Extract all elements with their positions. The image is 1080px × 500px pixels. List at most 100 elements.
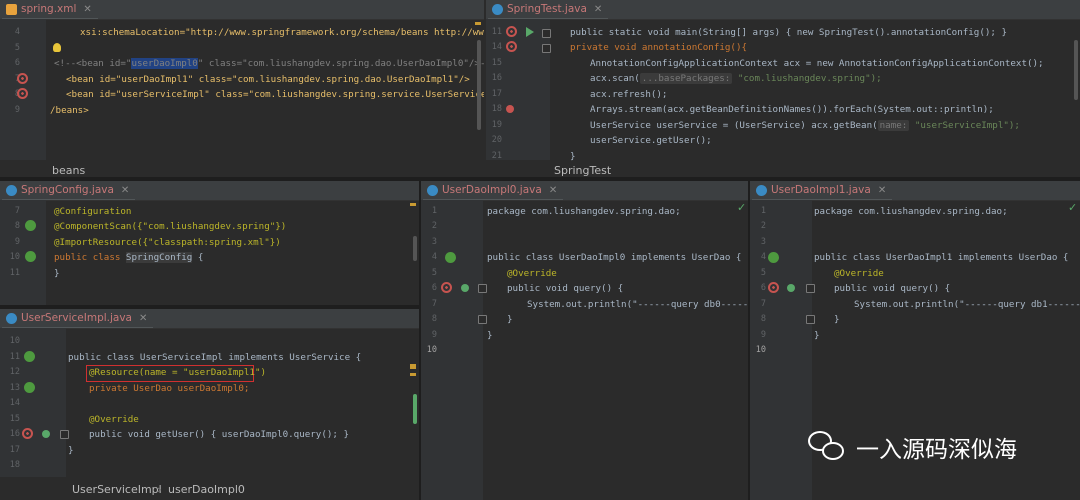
line-number: 11 [9,352,20,362]
line-number: 3 [431,237,437,247]
code-line: acx.scan( [590,73,640,84]
line-number: 3 [760,237,766,247]
line-number: 15 [491,58,502,68]
code-line: public void getUser() { userDaoImpl0.que… [89,429,349,440]
line-number: 6 [14,58,20,68]
line-number: 8 [431,314,437,324]
line-number: 16 [9,429,20,439]
breadcrumb-item[interactable]: UserServiceImpl [72,483,162,496]
bean-gutter-icon[interactable] [17,73,28,84]
spring-bean-icon[interactable] [24,351,35,362]
close-icon[interactable]: ✕ [594,4,602,15]
warning-marker[interactable] [410,203,416,206]
tab-user-dao-impl0[interactable]: UserDaoImpl0.java ✕ [423,181,564,200]
line-number: 1 [431,206,437,216]
scrollbar[interactable] [1074,40,1078,100]
code-line: } [507,314,513,325]
fold-icon[interactable] [60,430,69,439]
class-name: SpringConfig [125,252,193,263]
run-icon[interactable] [526,27,534,37]
fold-icon[interactable] [542,29,551,38]
tab-label: spring.xml [21,3,77,15]
autowire-icon[interactable] [24,382,35,393]
check-icon[interactable]: ✓ [737,201,746,214]
line-number: 14 [491,42,502,52]
bean-gutter-icon[interactable] [17,88,28,99]
scrollbar[interactable] [477,40,481,130]
warning-marker[interactable] [410,364,416,369]
spring-bean-icon[interactable] [25,251,36,262]
warning-marker[interactable] [475,22,481,25]
implemented-icon[interactable] [768,252,779,263]
line-number: 9 [14,105,20,115]
bean-gutter-icon[interactable] [506,26,517,37]
bean-gutter-icon[interactable] [441,282,452,293]
code-text: { [192,252,204,263]
implemented-icon[interactable] [445,252,456,263]
bean-gutter-icon[interactable] [506,41,517,52]
close-icon[interactable]: ✕ [549,185,557,196]
fold-icon[interactable] [806,284,815,293]
breadcrumb-item[interactable]: userDaoImpl0 [168,483,245,496]
tab-label: SpringConfig.java [21,184,114,196]
wechat-logo-icon [808,431,846,463]
tab-label: UserDaoImpl1.java [771,184,871,196]
override-icon[interactable] [506,105,514,113]
code-line: } [68,445,74,456]
tab-user-service-impl[interactable]: UserServiceImpl.java ✕ [2,309,154,328]
selected-text[interactable]: userDaoImpl0 [131,58,198,69]
user-dao-impl0-pane: UserDaoImpl0.java ✕ 1 2 3 4 5 6 7 8 9 10… [421,181,748,500]
xml-close-tag: /beans> [50,105,89,116]
close-icon[interactable]: ✕ [878,185,886,196]
line-number: 18 [9,460,20,470]
annotation: @Override [89,414,139,425]
check-icon[interactable]: ✓ [1068,201,1077,214]
override-icon[interactable] [787,284,795,292]
override-icon[interactable] [461,284,469,292]
override-icon[interactable] [42,430,50,438]
spring-xml-pane: spring.xml ✕ 4 5 6 7 8 9 xsi:schemaLocat… [0,0,484,176]
xml-bean-tag: <bean id="userServiceImpl" class="com.li… [66,89,484,100]
tab-spring-test[interactable]: SpringTest.java ✕ [488,0,609,19]
fold-icon[interactable] [542,44,551,53]
line-number: 8 [760,314,766,324]
package-declaration: package com.liushangdev.spring.dao; [487,206,681,217]
tab-spring-xml[interactable]: spring.xml ✕ [2,0,98,19]
close-icon[interactable]: ✕ [121,185,129,196]
line-number: 16 [491,73,502,83]
code-line: public class UserDaoImpl1 implements Use… [814,252,1069,263]
breadcrumb[interactable]: beans [52,164,85,176]
spring-bean-icon[interactable] [25,220,36,231]
close-icon[interactable]: ✕ [83,4,91,15]
bean-gutter-icon[interactable] [768,282,779,293]
code-line: UserService userService = (UserService) … [590,120,878,131]
code-line: acx.refresh(); [590,89,668,100]
close-icon[interactable]: ✕ [139,313,147,324]
java-class-icon [492,3,503,15]
line-number: 12 [9,367,20,377]
line-number: 10 [9,252,20,262]
line-number: 9 [760,330,766,340]
line-number-current: 10 [426,345,437,355]
line-number: 2 [431,221,437,231]
tab-user-dao-impl1[interactable]: UserDaoImpl1.java ✕ [752,181,893,200]
warning-marker[interactable] [410,373,416,376]
line-number: 4 [760,252,766,262]
line-number: 6 [431,283,437,293]
line-number: 1 [760,206,766,216]
code-line: } [487,330,493,341]
scrollbar[interactable] [413,236,417,261]
line-number: 4 [14,27,20,37]
line-number: 7 [760,299,766,309]
bulb-icon[interactable] [53,43,61,52]
breadcrumb[interactable]: SpringTest [554,164,611,176]
param-hint: name: [877,120,910,131]
scrollbar[interactable] [413,394,417,424]
fold-icon[interactable] [806,315,815,324]
code-line: public static void main(String[] args) {… [570,27,1007,38]
line-number: 6 [760,283,766,293]
bean-gutter-icon[interactable] [22,428,33,439]
fold-icon[interactable] [478,284,487,293]
fold-icon[interactable] [478,315,487,324]
tab-spring-config[interactable]: SpringConfig.java ✕ [2,181,136,200]
